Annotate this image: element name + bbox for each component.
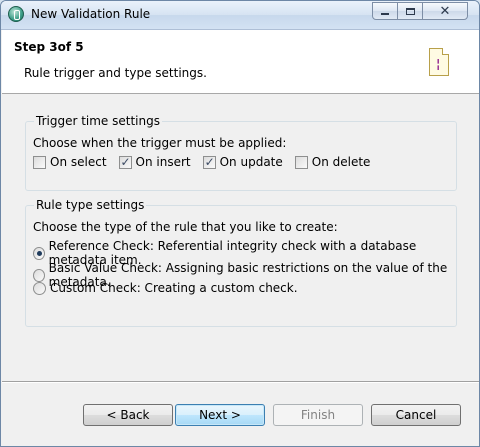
minimize-button[interactable] [372,2,398,20]
wizard-header: Step 3of 5 Rule trigger and type setting… [2,30,479,94]
checkbox-box[interactable] [118,155,132,169]
back-button[interactable]: < Back [83,404,173,426]
radio-dot[interactable] [33,246,45,260]
checkbox-label: On select [50,155,107,169]
checkbox-box[interactable] [202,155,216,169]
cancel-button[interactable]: Cancel [371,404,461,426]
checkbox-on-insert[interactable]: On insert [118,155,191,169]
window-title: New Validation Rule [31,7,151,21]
rule-type-group: Rule type settings Choose the type of th… [25,198,457,327]
trigger-time-group: Trigger time settings Choose when the tr… [25,114,457,191]
close-icon: ✕ [439,3,451,19]
close-button[interactable]: ✕ [422,2,468,20]
title-bar[interactable]: New Validation Rule ✕ [1,1,479,30]
radio-dot[interactable] [33,268,45,282]
footer-separator [2,381,479,383]
checkbox-on-delete[interactable]: On delete [294,155,371,169]
radio-dot[interactable] [33,281,46,295]
radio-custom-check[interactable]: Custom Check: Creating a custom check. [33,281,298,295]
rule-prompt: Choose the type of the rule that you lik… [33,220,338,234]
checkbox-label: On delete [311,155,371,169]
step-description: Rule trigger and type settings. [24,66,207,80]
next-button[interactable]: Next > [175,404,265,426]
checkbox-box[interactable] [294,155,308,169]
step-title: Step 3of 5 [14,40,84,54]
document-icon: ¦ [429,48,449,76]
checkbox-box[interactable] [33,155,46,169]
checkbox-label: On insert [135,155,191,169]
trigger-prompt: Choose when the trigger must be applied: [33,136,287,150]
checkbox-on-update[interactable]: On update [202,155,283,169]
radio-label: Custom Check: Creating a custom check. [50,281,298,295]
app-icon [8,6,24,22]
minimize-icon [381,13,389,15]
trigger-group-title: Trigger time settings [34,114,162,128]
dialog-window: New Validation Rule ✕ Step 3of 5 Rule tr… [0,0,480,447]
maximize-button[interactable] [397,2,423,20]
checkbox-on-select[interactable]: On select [33,155,107,169]
finish-button[interactable]: Finish [273,404,363,426]
rule-group-title: Rule type settings [34,198,147,212]
maximize-icon [405,7,415,15]
checkbox-label: On update [219,155,283,169]
